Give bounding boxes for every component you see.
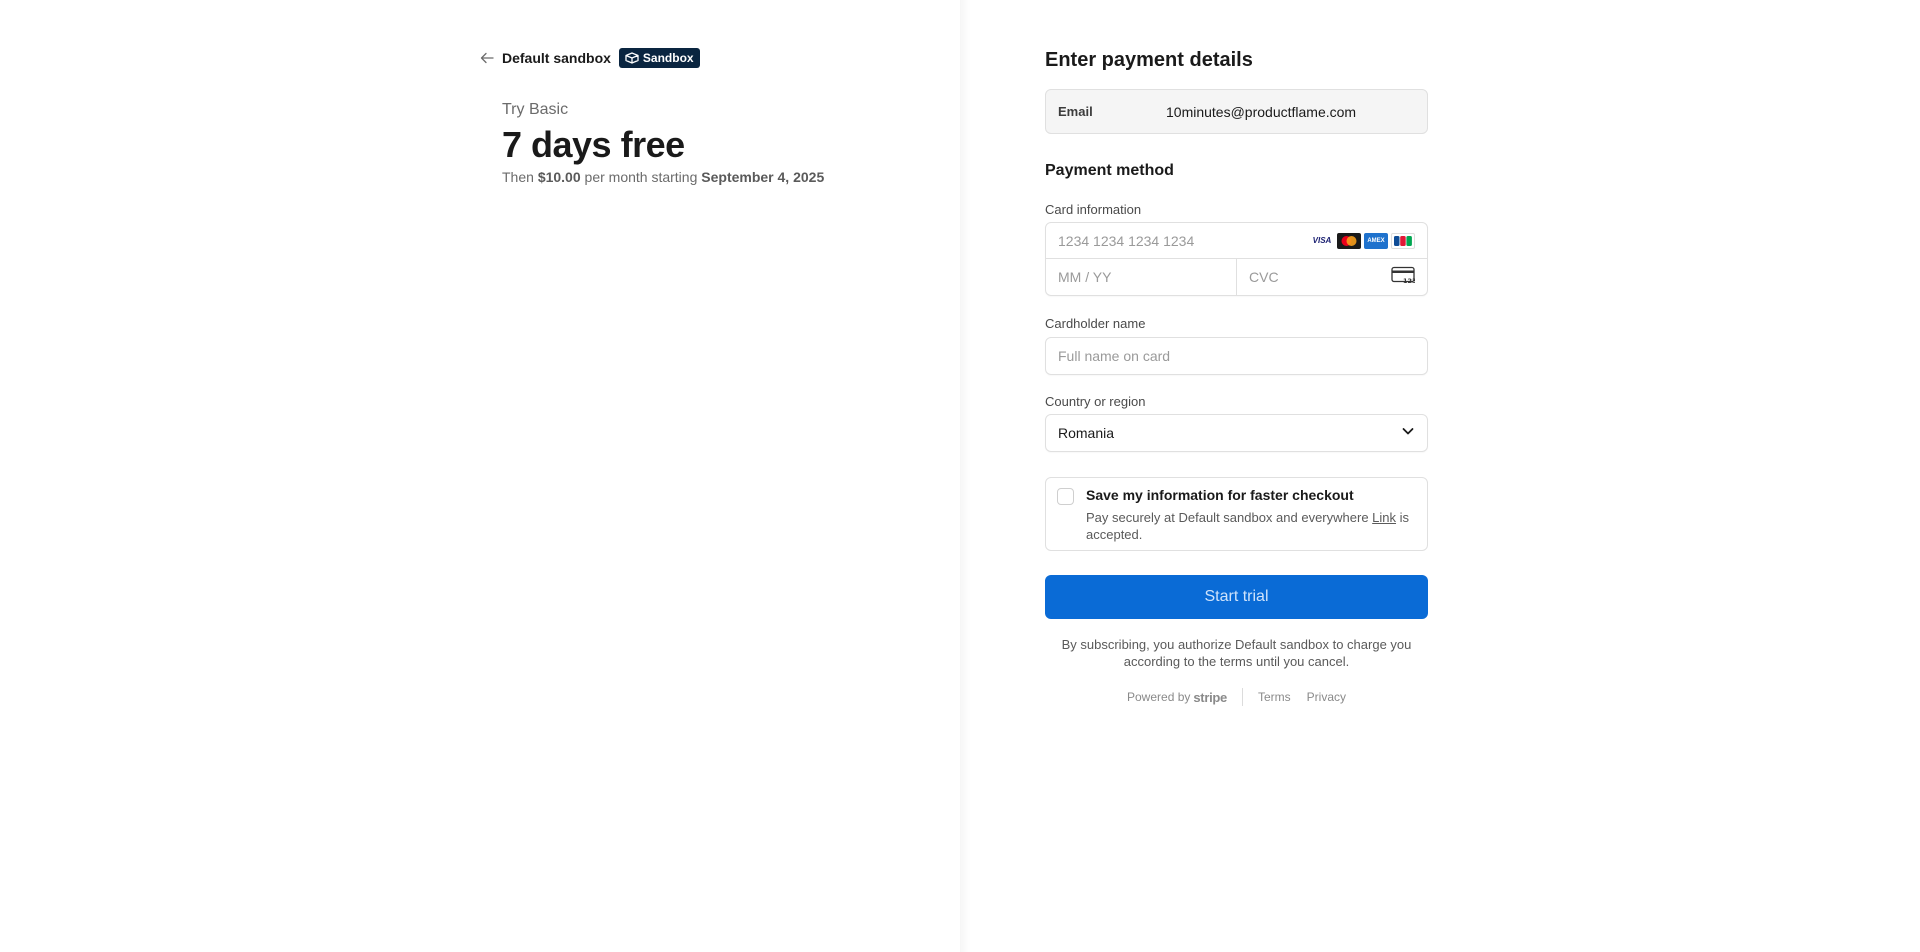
merchant-name[interactable]: Default sandbox bbox=[502, 50, 611, 66]
sandbox-badge: Sandbox bbox=[618, 48, 700, 68]
cardholder-name-label: Cardholder name bbox=[1045, 316, 1146, 331]
stripe-logo: stripe bbox=[1193, 689, 1227, 705]
start-date: September 4, 2025 bbox=[701, 169, 825, 185]
visa-icon: VISA bbox=[1310, 232, 1334, 249]
payment-method-title: Payment method bbox=[1045, 162, 1174, 179]
card-number-input[interactable]: 1234 1234 1234 1234 VISA AMEX bbox=[1046, 223, 1427, 259]
start-trial-button[interactable]: Start trial bbox=[1045, 575, 1428, 619]
product-summary: Try Basic 7 days free Then $10.00 per mo… bbox=[502, 101, 824, 185]
save-info-description: Pay securely at Default sandbox and ever… bbox=[1086, 509, 1421, 543]
country-value: Romania bbox=[1058, 425, 1115, 441]
cardholder-name-input[interactable]: Full name on card bbox=[1045, 337, 1428, 375]
link-info-link[interactable]: Link bbox=[1372, 510, 1396, 525]
legal-text: By subscribing, you authorize Default sa… bbox=[1061, 637, 1412, 669]
mastercard-icon bbox=[1337, 232, 1361, 249]
cvc-placeholder: CVC bbox=[1249, 269, 1279, 285]
card-information-label: Card information bbox=[1045, 202, 1142, 217]
powered-by-label: Powered by bbox=[1127, 690, 1191, 704]
save-info-box: Save my information for faster checkout … bbox=[1045, 477, 1428, 551]
amex-icon: AMEX bbox=[1364, 232, 1388, 249]
card-information-group: 1234 1234 1234 1234 VISA AMEX MM / YY CV… bbox=[1045, 222, 1428, 296]
svg-text:123: 123 bbox=[1403, 277, 1415, 284]
card-brands: VISA AMEX bbox=[1310, 232, 1415, 249]
jcb-icon bbox=[1391, 232, 1415, 249]
then-prefix: Then bbox=[502, 169, 538, 185]
price: $10.00 bbox=[537, 169, 581, 185]
trial-title: 7 days free bbox=[502, 124, 685, 165]
save-desc-before: Pay securely at Default sandbox and ever… bbox=[1086, 510, 1373, 525]
payment-title: Enter payment details bbox=[1045, 49, 1253, 71]
merchant-header: Default sandbox Sandbox bbox=[480, 48, 700, 68]
email-value: 10minutes@productflame.com bbox=[1166, 103, 1357, 120]
save-info-title[interactable]: Save my information for faster checkout bbox=[1086, 487, 1354, 503]
cardholder-name-placeholder: Full name on card bbox=[1058, 348, 1171, 364]
cvc-input[interactable]: CVC 123 bbox=[1237, 259, 1427, 295]
pane-divider bbox=[960, 0, 970, 952]
country-select[interactable]: Romania bbox=[1045, 414, 1428, 452]
card-number-placeholder: 1234 1234 1234 1234 bbox=[1058, 232, 1195, 249]
order-summary-pane: Default sandbox Sandbox Try Basic 7 days… bbox=[0, 0, 960, 952]
privacy-link[interactable]: Privacy bbox=[1307, 690, 1346, 704]
sandbox-badge-label: Sandbox bbox=[642, 51, 694, 65]
expiry-placeholder: MM / YY bbox=[1058, 269, 1112, 285]
sandbox-box-icon bbox=[625, 52, 639, 64]
terms-link[interactable]: Terms bbox=[1258, 690, 1291, 704]
save-info-checkbox[interactable] bbox=[1057, 488, 1074, 505]
expiry-input[interactable]: MM / YY bbox=[1046, 259, 1237, 295]
per-month-text: per month starting bbox=[580, 169, 702, 185]
product-name: Try Basic bbox=[502, 101, 569, 118]
chevron-down-icon bbox=[1401, 424, 1415, 443]
powered-by-stripe[interactable]: Powered by stripe bbox=[1127, 690, 1227, 705]
trial-subtitle: Then $10.00 per month starting September… bbox=[502, 169, 824, 185]
footer: Powered by stripe Terms Privacy bbox=[1045, 688, 1428, 706]
footer-separator bbox=[1241, 688, 1243, 706]
email-field[interactable]: Email 10minutes@productflame.com bbox=[1045, 89, 1428, 134]
email-label: Email bbox=[1058, 104, 1093, 119]
cvc-card-icon: 123 bbox=[1391, 266, 1417, 289]
arrow-left-icon[interactable] bbox=[480, 51, 494, 65]
country-label: Country or region bbox=[1045, 394, 1146, 409]
